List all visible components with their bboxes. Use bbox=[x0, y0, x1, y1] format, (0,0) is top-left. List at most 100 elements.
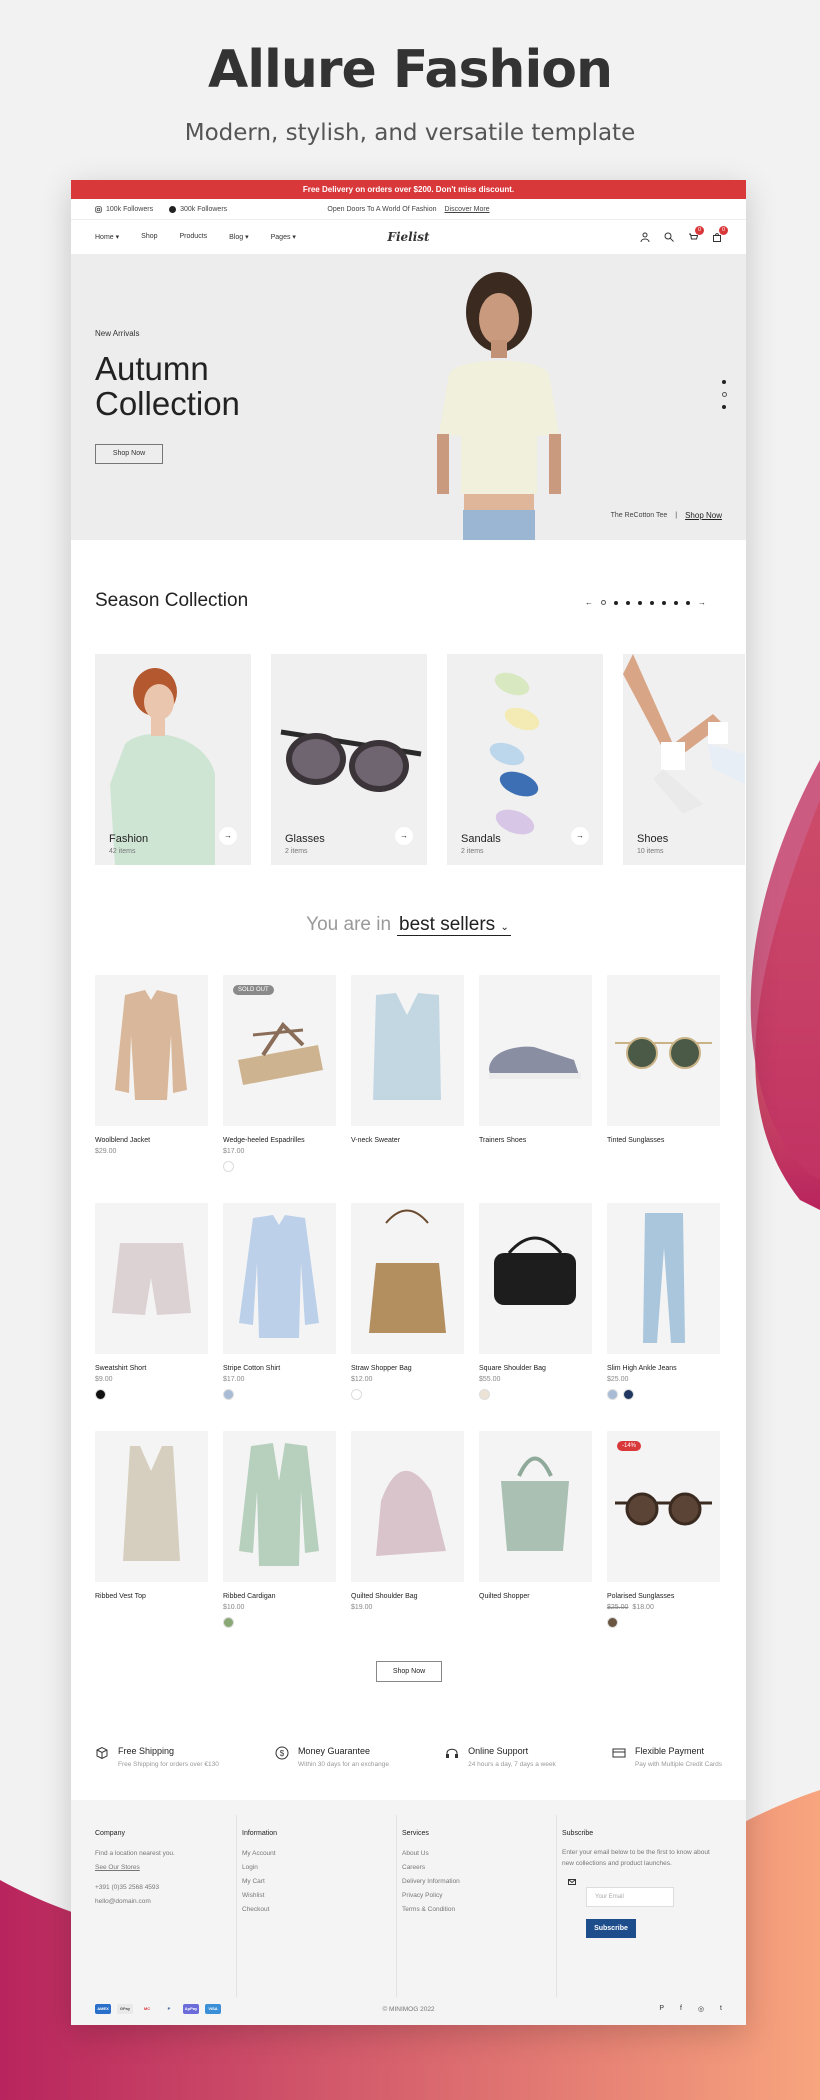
collection-select[interactable]: best sellers ⌄ bbox=[397, 914, 511, 936]
product-card[interactable]: -14% Polarised Sunglasses $25.00 $18.00 bbox=[607, 1431, 720, 1659]
carousel-dot[interactable] bbox=[650, 600, 654, 605]
arrow-right-icon[interactable]: → bbox=[219, 827, 237, 845]
product-card[interactable]: Quilted Shopper bbox=[479, 1431, 592, 1659]
product-name[interactable]: Tinted Sunglasses bbox=[607, 1137, 720, 1144]
product-name[interactable]: Woolblend Jacket bbox=[95, 1137, 208, 1144]
subscribe-button[interactable]: Subscribe bbox=[586, 1919, 636, 1938]
product-image[interactable] bbox=[351, 975, 464, 1126]
product-image[interactable] bbox=[351, 1431, 464, 1582]
carousel-dot[interactable] bbox=[638, 600, 642, 605]
color-swatch[interactable] bbox=[223, 1617, 234, 1628]
footer-email-link[interactable]: hello@domain.com bbox=[95, 1895, 225, 1909]
footer-link-login[interactable]: Login bbox=[242, 1861, 352, 1875]
color-swatch[interactable] bbox=[223, 1161, 234, 1172]
carousel-dot[interactable] bbox=[662, 600, 666, 605]
color-swatch[interactable] bbox=[607, 1389, 618, 1400]
carousel-dot[interactable] bbox=[614, 600, 618, 605]
search-icon[interactable] bbox=[664, 232, 674, 242]
product-name[interactable]: Ribbed Cardigan bbox=[223, 1593, 336, 1600]
wishlist-icon[interactable]: 0 bbox=[688, 226, 704, 242]
nav-blog[interactable]: Blog ▾ bbox=[229, 233, 248, 241]
product-card[interactable]: V-neck Sweater bbox=[351, 975, 464, 1203]
nav-home[interactable]: Home ▾ bbox=[95, 233, 119, 241]
product-name[interactable]: Trainers Shoes bbox=[479, 1137, 592, 1144]
product-name[interactable]: Quilted Shoulder Bag bbox=[351, 1593, 464, 1600]
product-card[interactable]: SOLD OUT Wedge-heeled Espadrilles $17.00 bbox=[223, 975, 336, 1203]
season-card-fashion[interactable]: Fashion 42 items → bbox=[95, 654, 251, 865]
product-image[interactable] bbox=[95, 1431, 208, 1582]
footer-link-my-cart[interactable]: My Cart bbox=[242, 1875, 352, 1889]
product-name[interactable]: Stripe Cotton Shirt bbox=[223, 1365, 336, 1372]
see-our-stores-link[interactable]: See Our Stores bbox=[95, 1861, 225, 1875]
product-image[interactable]: -14% bbox=[607, 1431, 720, 1582]
product-card[interactable]: Ribbed Cardigan $10.00 bbox=[223, 1431, 336, 1659]
product-card[interactable]: Woolblend Jacket $29.00 bbox=[95, 975, 208, 1203]
product-image[interactable] bbox=[607, 1203, 720, 1354]
product-card[interactable]: Quilted Shoulder Bag $19.00 bbox=[351, 1431, 464, 1659]
pinterest-icon[interactable]: P bbox=[659, 2005, 664, 2013]
product-card[interactable]: Trainers Shoes bbox=[479, 975, 592, 1203]
product-image[interactable] bbox=[95, 975, 208, 1126]
footer-link-checkout[interactable]: Checkout bbox=[242, 1903, 352, 1917]
season-card-shoes[interactable]: Shoes 10 items bbox=[623, 654, 745, 865]
facebook-followers[interactable]: 300k Followers bbox=[169, 205, 227, 213]
carousel-dot-active[interactable] bbox=[601, 600, 606, 605]
instagram-followers[interactable]: 100k Followers bbox=[95, 206, 153, 213]
footer-link-privacy[interactable]: Privacy Policy bbox=[402, 1889, 512, 1903]
arrow-right-icon[interactable]: → bbox=[395, 827, 413, 845]
next-arrow-icon[interactable]: → bbox=[698, 598, 706, 607]
product-image[interactable] bbox=[479, 1431, 592, 1582]
banner-caption-link[interactable]: Shop Now bbox=[685, 511, 722, 520]
product-image[interactable] bbox=[479, 1203, 592, 1354]
facebook-icon[interactable]: f bbox=[680, 2005, 682, 2013]
product-name[interactable]: Polarised Sunglasses bbox=[607, 1593, 720, 1600]
slider-dot[interactable] bbox=[722, 380, 726, 384]
nav-products[interactable]: Products bbox=[180, 233, 208, 241]
color-swatch[interactable] bbox=[223, 1389, 234, 1400]
slider-dot[interactable] bbox=[722, 405, 726, 409]
color-swatch[interactable] bbox=[95, 1389, 106, 1400]
product-card[interactable]: Square Shoulder Bag $55.00 bbox=[479, 1203, 592, 1431]
footer-link-careers[interactable]: Careers bbox=[402, 1861, 512, 1875]
color-swatch[interactable] bbox=[623, 1389, 634, 1400]
product-image[interactable] bbox=[351, 1203, 464, 1354]
product-name[interactable]: Wedge-heeled Espadrilles bbox=[223, 1137, 336, 1144]
carousel-dot[interactable] bbox=[626, 600, 630, 605]
season-card-glasses[interactable]: Glasses 2 items → bbox=[271, 654, 427, 865]
footer-link-my-account[interactable]: My Account bbox=[242, 1847, 352, 1861]
product-image[interactable] bbox=[223, 1203, 336, 1354]
color-swatch[interactable] bbox=[607, 1617, 618, 1628]
carousel-dot[interactable] bbox=[686, 600, 690, 605]
footer-link-terms[interactable]: Terms & Condition bbox=[402, 1903, 512, 1917]
product-image[interactable] bbox=[223, 1431, 336, 1582]
instagram-icon[interactable]: ◎ bbox=[698, 2005, 704, 2013]
color-swatch[interactable] bbox=[351, 1389, 362, 1400]
product-card[interactable]: Sweatshirt Short $9.00 bbox=[95, 1203, 208, 1431]
footer-link-delivery[interactable]: Delivery Information bbox=[402, 1875, 512, 1889]
product-card[interactable]: Slim High Ankle Jeans $25.00 bbox=[607, 1203, 720, 1431]
product-image[interactable] bbox=[479, 975, 592, 1126]
shop-now-button[interactable]: Shop Now bbox=[376, 1661, 442, 1682]
cart-icon[interactable]: 0 bbox=[712, 226, 728, 242]
nav-pages[interactable]: Pages ▾ bbox=[271, 233, 296, 241]
product-name[interactable]: V-neck Sweater bbox=[351, 1137, 464, 1144]
discover-more-link[interactable]: Discover More bbox=[444, 206, 489, 213]
arrow-right-icon[interactable]: → bbox=[571, 827, 589, 845]
user-icon[interactable] bbox=[640, 232, 650, 243]
product-image[interactable] bbox=[95, 1203, 208, 1354]
slider-dot-active[interactable] bbox=[722, 392, 727, 397]
carousel-dot[interactable] bbox=[674, 600, 678, 605]
product-card[interactable]: Tinted Sunglasses bbox=[607, 975, 720, 1203]
product-name[interactable]: Sweatshirt Short bbox=[95, 1365, 208, 1372]
product-image[interactable]: SOLD OUT bbox=[223, 975, 336, 1126]
product-name[interactable]: Quilted Shopper bbox=[479, 1593, 592, 1600]
product-name[interactable]: Slim High Ankle Jeans bbox=[607, 1365, 720, 1372]
product-name[interactable]: Square Shoulder Bag bbox=[479, 1365, 592, 1372]
prev-arrow-icon[interactable]: ← bbox=[585, 598, 593, 607]
banner-shop-now-button[interactable]: Shop Now bbox=[95, 444, 163, 464]
color-swatch[interactable] bbox=[479, 1389, 490, 1400]
product-card[interactable]: Ribbed Vest Top bbox=[95, 1431, 208, 1659]
twitter-icon[interactable]: t bbox=[720, 2005, 722, 2013]
product-name[interactable]: Straw Shopper Bag bbox=[351, 1365, 464, 1372]
season-card-sandals[interactable]: Sandals 2 items → bbox=[447, 654, 603, 865]
